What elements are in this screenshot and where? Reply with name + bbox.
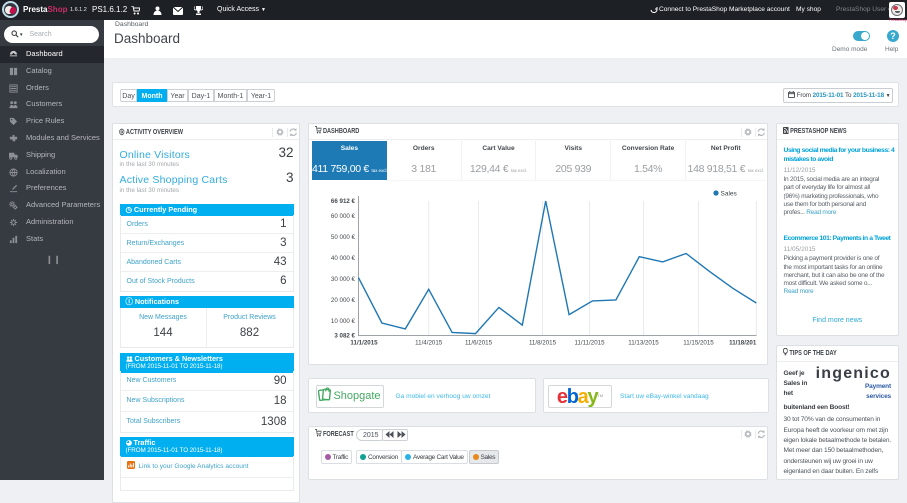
svg-text:11/4/2015: 11/4/2015 [415, 340, 443, 347]
svg-text:60 000 €: 60 000 € [330, 213, 355, 220]
svg-text:20 000 €: 20 000 € [330, 297, 355, 304]
svg-text:11/15/2015: 11/15/2015 [683, 340, 714, 347]
svg-text:11/13/2015: 11/13/2015 [628, 340, 659, 347]
svg-text:30 000 €: 30 000 € [330, 276, 355, 283]
svg-text:40 000 €: 40 000 € [330, 255, 355, 262]
svg-text:11/11/2015: 11/11/2015 [574, 340, 605, 347]
svg-text:Sales: Sales [720, 191, 737, 198]
svg-text:11/8/2015: 11/8/2015 [528, 340, 556, 347]
svg-text:10 000 €: 10 000 € [330, 318, 355, 325]
svg-text:11/1/2015: 11/1/2015 [350, 340, 378, 347]
svg-text:11/18/201: 11/18/201 [729, 340, 757, 347]
svg-text:50 000 €: 50 000 € [330, 234, 355, 241]
svg-text:66 912 €: 66 912 € [330, 198, 355, 205]
svg-text:11/6/2015: 11/6/2015 [464, 340, 492, 347]
